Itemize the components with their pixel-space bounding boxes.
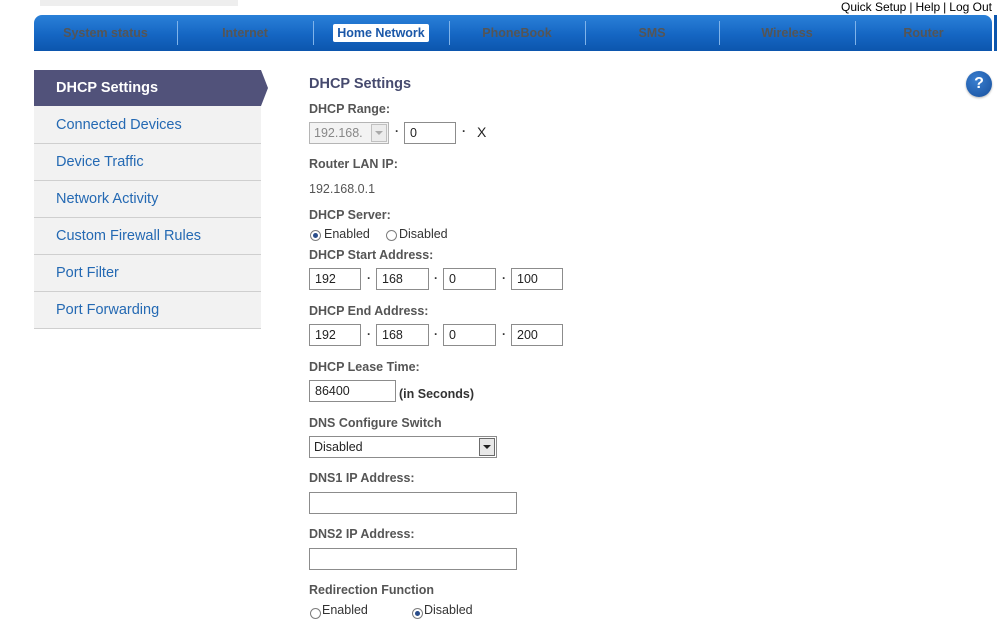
nav-home-network[interactable]: Home Network: [313, 15, 449, 51]
logo-area: [40, 0, 238, 6]
nav-internet[interactable]: Internet: [177, 15, 313, 51]
dhcp-server-disabled-label: Disabled: [399, 227, 448, 241]
sidebar-item-label: Device Traffic: [56, 154, 144, 170]
sidebar-item-port-filter[interactable]: Port Filter: [34, 255, 261, 292]
dhcp-server-enabled-radio[interactable]: [310, 230, 321, 241]
help-icon[interactable]: ?: [966, 71, 992, 97]
nav-edge: [994, 15, 997, 51]
dhcp-start-label: DHCP Start Address:: [309, 248, 434, 262]
start-octet-1-input[interactable]: 192: [309, 268, 361, 290]
dns-switch-value: Disabled: [314, 440, 363, 454]
redirection-enabled-radio[interactable]: [310, 608, 321, 619]
dns2-input[interactable]: [309, 548, 517, 570]
sidebar-item-device-traffic[interactable]: Device Traffic: [34, 144, 261, 181]
dns-switch-label: DNS Configure Switch: [309, 416, 442, 430]
nav-wireless[interactable]: Wireless: [719, 15, 855, 51]
dns2-label: DNS2 IP Address:: [309, 527, 415, 541]
dhcp-server-label: DHCP Server:: [309, 208, 391, 222]
dot-separator: ·: [395, 124, 399, 138]
sidebar-item-port-forwarding[interactable]: Port Forwarding: [34, 292, 261, 329]
sidebar-item-network-activity[interactable]: Network Activity: [34, 181, 261, 218]
quick-setup-link[interactable]: Quick Setup: [841, 0, 906, 14]
separator: |: [943, 0, 947, 14]
lease-time-input[interactable]: 86400: [309, 380, 396, 402]
sidebar: DHCP Settings Connected Devices Device T…: [34, 70, 268, 329]
dhcp-server-disabled-radio[interactable]: [386, 230, 397, 241]
start-octet-4-input[interactable]: 100: [511, 268, 563, 290]
nav-phonebook[interactable]: PhoneBook: [449, 15, 585, 51]
start-octet-3-input[interactable]: 0: [443, 268, 496, 290]
nav-label: Wireless: [761, 26, 813, 40]
sidebar-item-custom-firewall-rules[interactable]: Custom Firewall Rules: [34, 218, 261, 255]
nav-label: PhoneBook: [482, 26, 552, 40]
dot-separator: ·: [367, 271, 371, 285]
dot-separator: ·: [434, 271, 438, 285]
dhcp-range-prefix-select[interactable]: 192.168.: [309, 122, 389, 144]
lease-time-label: DHCP Lease Time:: [309, 360, 420, 374]
dns1-input[interactable]: [309, 492, 517, 514]
help-link[interactable]: Help: [915, 0, 940, 14]
redirection-disabled-radio[interactable]: [412, 608, 423, 619]
dhcp-end-label: DHCP End Address:: [309, 304, 429, 318]
sidebar-item-connected-devices[interactable]: Connected Devices: [34, 106, 261, 144]
router-lan-ip-value: 192.168.0.1: [309, 182, 376, 196]
sidebar-item-label: Custom Firewall Rules: [56, 228, 202, 244]
nav-router[interactable]: Router: [855, 15, 992, 51]
end-octet-2-input[interactable]: 168: [376, 324, 429, 346]
lease-time-unit: (in Seconds): [399, 387, 475, 401]
nav-label: System status: [63, 26, 148, 40]
chevron-down-icon: [371, 124, 387, 142]
sidebar-item-dhcp-settings[interactable]: DHCP Settings: [34, 70, 268, 106]
dot-separator: ·: [367, 327, 371, 341]
dot-separator: ·: [502, 327, 506, 341]
nav-label: Router: [903, 26, 944, 40]
dhcp-range-suffix: X: [477, 124, 487, 140]
end-octet-4-input[interactable]: 200: [511, 324, 563, 346]
dhcp-range-prefix-value: 192.168.: [314, 126, 363, 140]
dhcp-server-enabled-label: Enabled: [324, 227, 370, 241]
end-octet-3-input[interactable]: 0: [443, 324, 496, 346]
nav-label: Internet: [222, 26, 268, 40]
logout-link[interactable]: Log Out: [949, 0, 992, 14]
main-nav: System status Internet Home Network Phon…: [34, 15, 992, 51]
nav-label: Home Network: [333, 24, 429, 42]
sidebar-item-label: Connected Devices: [56, 116, 182, 133]
router-lan-ip-label: Router LAN IP:: [309, 157, 398, 171]
page-title: DHCP Settings: [309, 76, 412, 92]
redirection-label: Redirection Function: [309, 583, 434, 597]
dot-separator: ·: [434, 327, 438, 341]
nav-system-status[interactable]: System status: [34, 15, 177, 51]
dhcp-range-octet3-input[interactable]: 0: [404, 122, 456, 144]
redirection-disabled-label: Disabled: [424, 603, 473, 617]
dot-separator: ·: [462, 124, 466, 138]
dhcp-range-label: DHCP Range:: [309, 102, 391, 116]
sidebar-item-label: Port Filter: [56, 265, 119, 281]
dot-separator: ·: [502, 271, 506, 285]
nav-label: SMS: [638, 26, 666, 40]
sidebar-item-label: Port Forwarding: [56, 302, 160, 318]
sidebar-item-label: DHCP Settings: [56, 80, 159, 96]
start-octet-2-input[interactable]: 168: [376, 268, 429, 290]
end-octet-1-input[interactable]: 192: [309, 324, 361, 346]
dns-switch-select[interactable]: Disabled: [309, 436, 497, 458]
chevron-down-icon: [479, 438, 495, 456]
top-links: Quick Setup | Help | Log Out: [841, 0, 992, 14]
sidebar-item-label: Network Activity: [56, 191, 159, 207]
dns1-label: DNS1 IP Address:: [309, 471, 415, 485]
redirection-enabled-label: Enabled: [322, 603, 368, 617]
nav-sms[interactable]: SMS: [585, 15, 719, 51]
